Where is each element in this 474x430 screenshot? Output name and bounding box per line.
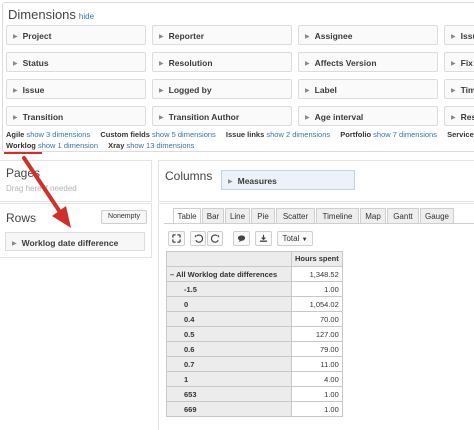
- annotation-arrow: [22, 156, 71, 228]
